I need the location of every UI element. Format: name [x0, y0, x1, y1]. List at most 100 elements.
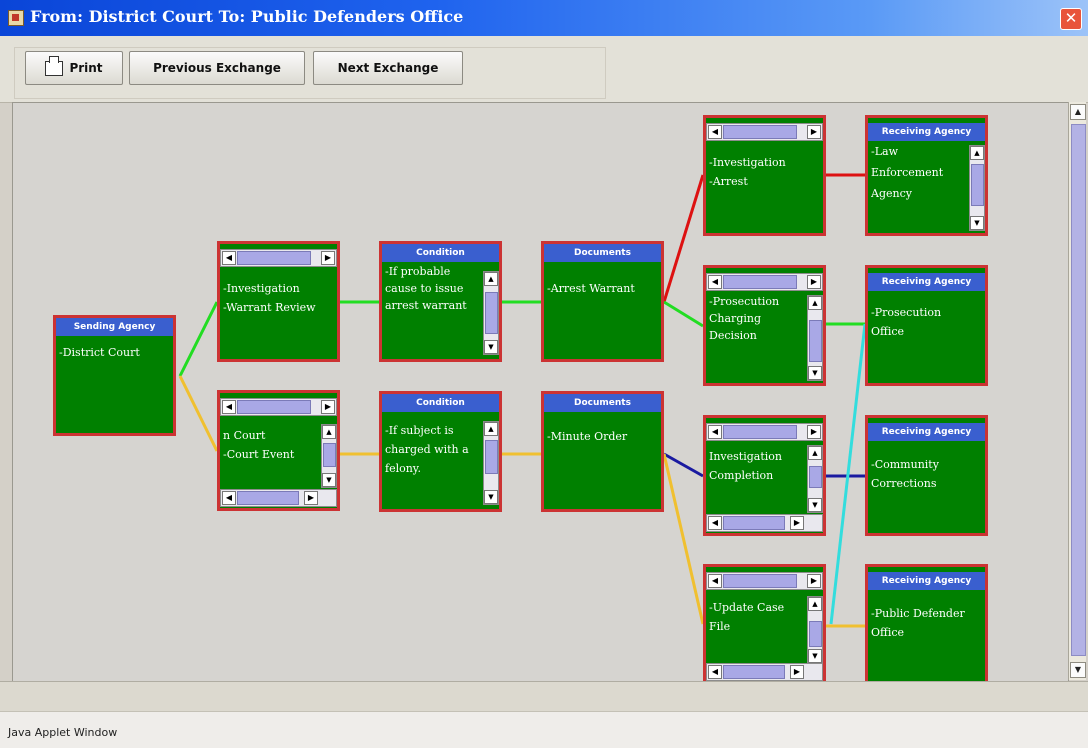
scroll-right-icon[interactable]: ▶: [790, 665, 804, 679]
scroll-down-icon[interactable]: ▼: [1070, 662, 1086, 678]
scroll-right-icon[interactable]: ▶: [321, 251, 335, 265]
scroll-up-icon[interactable]: ▲: [322, 425, 336, 439]
scroll-down-icon[interactable]: ▼: [808, 649, 822, 663]
node-horizontal-scrollbar[interactable]: ◀ ▶: [706, 572, 823, 590]
scroll-down-icon[interactable]: ▼: [484, 490, 498, 504]
node-text: -Prosecution Charging Decision: [709, 295, 780, 342]
receiving-agency-node-law-enforcement[interactable]: Receiving Agency -Law Enforcement Agency…: [865, 115, 988, 236]
scroll-thumb[interactable]: [485, 292, 498, 334]
previous-exchange-button[interactable]: Previous Exchange: [129, 51, 305, 85]
scroll-thumb[interactable]: [723, 665, 785, 679]
documents-node-top[interactable]: Documents -Arrest Warrant: [541, 241, 664, 362]
receiving-agency-node-public-defender[interactable]: Receiving Agency -Public Defender Office: [865, 564, 988, 681]
node-vertical-scrollbar[interactable]: ▲ ▼: [483, 271, 499, 355]
scroll-thumb[interactable]: [485, 440, 498, 474]
node-horizontal-scrollbar[interactable]: ◀ ▶: [706, 123, 823, 141]
scroll-down-icon[interactable]: ▼: [808, 366, 822, 380]
node-horizontal-scrollbar[interactable]: ◀ ▶: [220, 249, 337, 267]
scroll-thumb[interactable]: [971, 164, 984, 206]
scroll-up-icon[interactable]: ▲: [970, 146, 984, 160]
scroll-left-icon[interactable]: ◀: [222, 251, 236, 265]
node-header: Documents: [544, 244, 661, 262]
next-exchange-button[interactable]: Next Exchange: [313, 51, 463, 85]
scroll-right-icon[interactable]: ▶: [321, 400, 335, 414]
scroll-thumb[interactable]: [323, 443, 336, 467]
condition-node-bottom[interactable]: Condition -If subject is charged with a …: [379, 391, 502, 512]
activity-node-update-case-file[interactable]: ◀ ▶ -Update Case File ▲ ▼ ◀ ▶: [703, 564, 826, 681]
node-header: Receiving Agency: [868, 423, 985, 441]
node-horizontal-scrollbar[interactable]: ◀ ▶: [706, 273, 823, 291]
activity-node-prosecution[interactable]: ◀ ▶ -Prosecution Charging Decision ▲ ▼: [703, 265, 826, 386]
scroll-left-icon[interactable]: ◀: [708, 665, 722, 679]
printer-icon: [45, 55, 64, 76]
exchange-diagram-canvas: Sending Agency -District Court ◀ ▶ -Inve…: [12, 102, 1069, 682]
scroll-down-icon[interactable]: ▼: [484, 340, 498, 354]
scroll-right-icon[interactable]: ▶: [807, 574, 821, 588]
print-button[interactable]: Print: [25, 51, 123, 85]
node-vertical-scrollbar[interactable]: ▲ ▼: [483, 421, 499, 505]
scroll-up-icon[interactable]: ▲: [808, 296, 822, 310]
activity-node-top[interactable]: ◀ ▶ -Investigation -Warrant Review: [217, 241, 340, 362]
node-vertical-scrollbar[interactable]: ▲ ▼: [321, 424, 337, 488]
scroll-left-icon[interactable]: ◀: [222, 491, 236, 505]
scroll-down-icon[interactable]: ▼: [322, 473, 336, 487]
activity-node-bottom[interactable]: ◀ ▶ n Court -Court Event ▲ ▼ ◀ ▶: [217, 390, 340, 511]
scroll-thumb[interactable]: [723, 125, 797, 139]
scroll-thumb[interactable]: [237, 400, 311, 414]
node-horizontal-scrollbar-bottom[interactable]: ◀ ▶: [220, 489, 337, 507]
scroll-down-icon[interactable]: ▼: [808, 498, 822, 512]
scroll-thumb[interactable]: [809, 621, 822, 647]
receiving-agency-node-community-corrections[interactable]: Receiving Agency -Community Corrections: [865, 415, 988, 536]
scroll-right-icon[interactable]: ▶: [807, 275, 821, 289]
node-horizontal-scrollbar-bottom[interactable]: ◀ ▶: [706, 663, 823, 681]
scroll-thumb[interactable]: [237, 251, 311, 265]
activity-node-investigation-arrest[interactable]: ◀ ▶ -Investigation -Arrest: [703, 115, 826, 236]
scroll-thumb[interactable]: [237, 491, 299, 505]
node-vertical-scrollbar[interactable]: ▲ ▼: [969, 145, 985, 231]
scroll-down-icon[interactable]: ▼: [970, 216, 984, 230]
link-documents-sub2: [663, 300, 704, 328]
canvas-vertical-scrollbar[interactable]: ▲ ▼: [1068, 102, 1086, 680]
node-vertical-scrollbar[interactable]: ▲ ▼: [807, 596, 823, 664]
scroll-up-icon[interactable]: ▲: [808, 597, 822, 611]
node-horizontal-scrollbar-bottom[interactable]: ◀ ▶: [706, 514, 823, 532]
scroll-up-icon[interactable]: ▲: [484, 272, 498, 286]
scroll-left-icon[interactable]: ◀: [708, 425, 722, 439]
node-header: Condition: [382, 394, 499, 412]
node-vertical-scrollbar[interactable]: ▲ ▼: [807, 445, 823, 513]
documents-node-bottom[interactable]: Documents -Minute Order: [541, 391, 664, 512]
node-text: -Investigation -Arrest: [709, 156, 786, 188]
scroll-thumb[interactable]: [723, 574, 797, 588]
activity-node-investigation-completion[interactable]: ◀ ▶ Investigation Completion ▲ ▼ ◀ ▶: [703, 415, 826, 536]
link-documents-sub3: [663, 452, 704, 478]
scroll-thumb[interactable]: [809, 320, 822, 362]
scroll-left-icon[interactable]: ◀: [222, 400, 236, 414]
scroll-thumb[interactable]: [723, 516, 785, 530]
window-title-bar[interactable]: From: District Court To: Public Defender…: [0, 0, 1088, 36]
scroll-thumb[interactable]: [723, 275, 797, 289]
scroll-thumb[interactable]: [723, 425, 797, 439]
scroll-up-icon[interactable]: ▲: [484, 422, 498, 436]
scroll-up-icon[interactable]: ▲: [1070, 104, 1086, 120]
close-button[interactable]: ✕: [1060, 8, 1082, 30]
scroll-right-icon[interactable]: ▶: [790, 516, 804, 530]
node-horizontal-scrollbar[interactable]: ◀ ▶: [220, 398, 337, 416]
status-text: Java Applet Window: [8, 726, 118, 739]
sending-agency-node[interactable]: Sending Agency -District Court: [53, 315, 176, 436]
scroll-right-icon[interactable]: ▶: [807, 425, 821, 439]
node-horizontal-scrollbar[interactable]: ◀ ▶: [706, 423, 823, 441]
status-bar: Java Applet Window: [0, 711, 1088, 748]
scroll-left-icon[interactable]: ◀: [708, 125, 722, 139]
scroll-right-icon[interactable]: ▶: [304, 491, 318, 505]
scroll-left-icon[interactable]: ◀: [708, 516, 722, 530]
scroll-up-icon[interactable]: ▲: [808, 446, 822, 460]
receiving-agency-node-prosecution[interactable]: Receiving Agency -Prosecution Office: [865, 265, 988, 386]
node-text: -District Court: [59, 346, 140, 359]
scroll-right-icon[interactable]: ▶: [807, 125, 821, 139]
condition-node-top[interactable]: Condition -If probable cause to issue ar…: [379, 241, 502, 362]
scroll-left-icon[interactable]: ◀: [708, 574, 722, 588]
node-vertical-scrollbar[interactable]: ▲ ▼: [807, 295, 823, 381]
canvas-scroll-thumb[interactable]: [1071, 124, 1086, 656]
scroll-thumb[interactable]: [809, 466, 822, 488]
scroll-left-icon[interactable]: ◀: [708, 275, 722, 289]
